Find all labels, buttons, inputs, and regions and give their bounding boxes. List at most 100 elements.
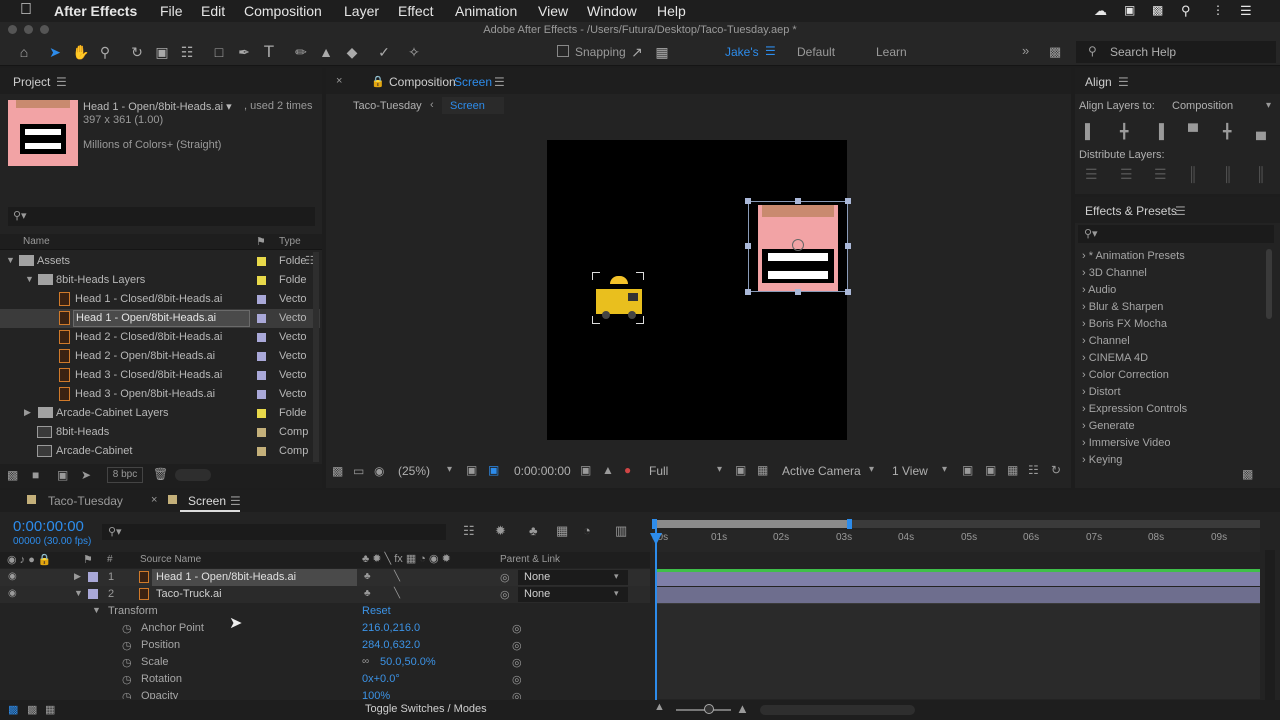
head-layer[interactable] [745, 198, 851, 295]
effect-category[interactable]: › CINEMA 4D [1082, 352, 1148, 369]
camera-icon[interactable]: ▣ [1124, 3, 1135, 17]
rectangle-tool-icon[interactable]: □ [210, 43, 228, 61]
align-bottom-icon[interactable]: ▄ [1256, 123, 1266, 139]
bbox-handle[interactable] [745, 289, 751, 295]
eraser-tool-icon[interactable]: ◆ [343, 43, 361, 61]
project-row-8bit-heads-layers[interactable]: ▼ 8bit-Heads Layers Folde [0, 271, 320, 290]
view-layout-dropdown[interactable]: 1 View [892, 464, 928, 478]
label-color-swatch[interactable] [257, 409, 266, 418]
show-snapshot-icon[interactable]: ▲ [602, 463, 614, 477]
chevron-down-icon[interactable]: ▾ [614, 588, 619, 599]
timeline-menu-icon[interactable]: ☰ [230, 494, 241, 508]
zoom-window-button[interactable] [40, 25, 49, 34]
brush-tool-icon[interactable]: ✏ [292, 43, 310, 61]
collapse-transform-switch-icon[interactable]: ♣ [364, 588, 371, 599]
thumbnail-size-slider[interactable] [175, 469, 211, 481]
stopwatch-icon[interactable]: ◷ [122, 690, 132, 699]
property-value[interactable]: 100% [362, 690, 390, 699]
layer-1-duration-bar[interactable] [655, 572, 1260, 586]
new-preset-icon[interactable]: ▩ [1242, 467, 1253, 481]
menu-help[interactable]: Help [657, 3, 686, 19]
transform-reset-button[interactable]: Reset [362, 605, 391, 617]
effects-menu-icon[interactable]: ☰ [1175, 204, 1186, 218]
effect-category[interactable]: › Generate [1082, 420, 1135, 437]
pen-tool-icon[interactable]: ✒ [235, 43, 253, 61]
transparency-grid-icon[interactable]: ▦ [757, 463, 768, 477]
label-color-swatch[interactable] [88, 572, 98, 582]
pick-whip-icon[interactable]: ◎ [512, 622, 522, 635]
project-row-assets[interactable]: ▼ Assets Folde ☷ [0, 252, 320, 271]
clone-stamp-tool-icon[interactable]: ▲ [317, 43, 335, 61]
effects-scrollbar[interactable] [1266, 249, 1272, 319]
stopwatch-icon[interactable]: ◷ [122, 673, 132, 686]
parent-link-column-header[interactable]: Parent & Link [500, 554, 560, 565]
toggle-switches-modes-button[interactable]: Toggle Switches / Modes [365, 703, 487, 715]
pick-whip-icon[interactable]: ◎ [500, 571, 510, 584]
bbox-handle[interactable] [745, 243, 751, 249]
chevron-down-icon[interactable]: ▾ [942, 464, 947, 475]
collapse-transform-switch-icon[interactable]: ♣ [364, 571, 371, 582]
graph-editor-icon[interactable]: ▥ [615, 523, 627, 539]
motion-blur-icon[interactable]: ◔ [583, 523, 591, 538]
workspace-learn[interactable]: Learn [876, 45, 907, 59]
current-time-indicator[interactable] [655, 525, 657, 700]
work-area-range[interactable] [652, 520, 849, 528]
quality-switch-icon[interactable]: ╲ [394, 571, 400, 582]
distribute-vcenter-icon[interactable]: ☰ [1120, 166, 1133, 183]
timeline-current-time[interactable]: 0:00:00:00 [13, 518, 84, 535]
composition-canvas[interactable] [547, 140, 851, 440]
region-of-interest-icon[interactable]: ▣ [488, 463, 499, 477]
visibility-eye-icon[interactable]: ◉ [8, 571, 17, 582]
transform-group-row[interactable]: ▼ Transform Reset [0, 603, 650, 620]
effect-category[interactable]: › Distort [1082, 386, 1121, 403]
anchor-point-marker[interactable] [792, 239, 804, 251]
distribute-bottom-icon[interactable]: ☰ [1154, 166, 1167, 183]
grid-options-icon[interactable]: ▣ [466, 463, 477, 477]
layer-switches-toggle-icon[interactable]: ▩ [8, 703, 18, 716]
menu-window[interactable]: Window [587, 3, 637, 19]
app-menu[interactable]: After Effects [54, 3, 137, 19]
effect-category[interactable]: › Channel [1082, 335, 1130, 352]
effect-category[interactable]: › Expression Controls [1082, 403, 1187, 420]
effect-category[interactable]: › Keying [1082, 454, 1122, 471]
collapse-arrow-icon[interactable]: ▶ [24, 407, 31, 418]
lock-icon[interactable]: 🔒 [371, 75, 385, 88]
close-tab-icon[interactable]: × [151, 494, 157, 506]
tab-taco-tuesday[interactable]: Taco-Tuesday [48, 494, 123, 508]
home-icon[interactable]: ⌂ [15, 43, 33, 61]
menu-list-icon[interactable]: ☰ [1240, 3, 1252, 19]
project-row-arcade-cabinet-comp[interactable]: Arcade-Cabinet Comp [0, 442, 320, 461]
type-column-header[interactable]: Type [279, 236, 301, 247]
label-color-swatch[interactable] [257, 276, 266, 285]
label-color-swatch[interactable] [257, 428, 266, 437]
layer-row[interactable]: ◉ ▼ 2 Taco-Truck.ai ♣ ╲ ◎ None ▾ [0, 586, 650, 603]
current-time-display[interactable]: 0:00:00:00 [514, 464, 571, 478]
menu-animation[interactable]: Animation [455, 3, 517, 19]
label-column-icon[interactable]: ⚑ [256, 235, 266, 248]
project-row-8bit-heads-comp[interactable]: 8bit-Heads Comp [0, 423, 320, 442]
label-color-swatch[interactable] [257, 333, 266, 342]
display-icon[interactable]: ▩ [1152, 3, 1163, 17]
menu-edit[interactable]: Edit [201, 3, 225, 19]
timeline-scrollbar[interactable] [1265, 550, 1275, 700]
time-ruler[interactable]: 00s 01s 02s 03s 04s 05s 06s 07s 08s 09s [652, 530, 1260, 552]
bbox-handle[interactable] [845, 198, 851, 204]
draft-3d-icon[interactable]: ✹ [495, 523, 506, 539]
effects-search-input[interactable]: ⚲▾ [1078, 225, 1274, 243]
rotate-tool-icon[interactable]: ↻ [128, 43, 146, 61]
menu-file[interactable]: File [160, 3, 183, 19]
snapping-checkbox[interactable] [557, 45, 569, 57]
menu-composition[interactable]: Composition [244, 3, 322, 19]
effect-category[interactable]: › Color Correction [1082, 369, 1169, 386]
align-to-dropdown[interactable]: Composition [1172, 100, 1233, 112]
project-row-arcade-cabinet-layers[interactable]: ▶ Arcade-Cabinet Layers Folde [0, 404, 320, 423]
chevron-down-icon[interactable]: ▾ [717, 464, 722, 475]
taco-truck-layer[interactable] [591, 271, 645, 325]
work-area-end-handle[interactable] [847, 519, 852, 529]
puppet-pin-tool-icon[interactable]: ✧ [405, 43, 423, 61]
comp-mini-flowchart-icon[interactable]: ☷ [463, 523, 475, 539]
project-row-head2-closed[interactable]: Head 2 - Closed/8bit-Heads.ai Vecto [0, 328, 320, 347]
tab-screen[interactable]: Screen [188, 494, 226, 508]
align-left-icon[interactable]: ▌ [1085, 123, 1095, 139]
bbox-handle[interactable] [795, 289, 801, 295]
